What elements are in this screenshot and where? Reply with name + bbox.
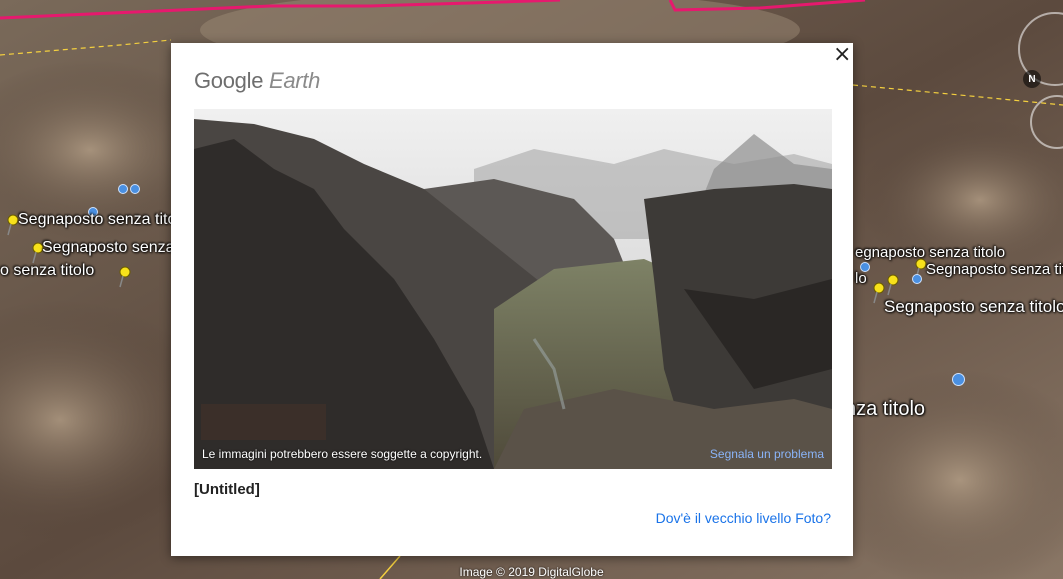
placemark-label[interactable]: nza titolo — [845, 398, 925, 421]
logo-earth-text: Earth — [268, 68, 321, 93]
google-earth-logo: Google Earth — [194, 68, 320, 94]
photo-marker-icon[interactable] — [130, 184, 140, 194]
logo-google-text: Google — [194, 68, 264, 93]
close-icon[interactable]: × — [833, 44, 851, 66]
placemark-label[interactable]: Segnaposto senza titolo — [926, 261, 1063, 278]
placemark-label[interactable]: o senza titolo — [0, 262, 94, 280]
imagery-attribution: Image © 2019 DigitalGlobe — [459, 565, 604, 579]
copyright-notice: Le immagini potrebbero essere soggette a… — [202, 447, 483, 461]
placemark-label[interactable]: Segnaposto senza titolo — [18, 211, 189, 229]
placemark-label[interactable]: Segnaposto senza titolo — [884, 297, 1063, 317]
placemark-label[interactable]: lo — [855, 270, 867, 287]
report-problem-link[interactable]: Segnala un problema — [710, 447, 824, 461]
photo-marker-icon[interactable] — [118, 184, 128, 194]
old-photo-layer-link[interactable]: Dov'è il vecchio livello Foto? — [656, 510, 831, 526]
photo-info-card: × Google Earth Le immagini potrebbero es… — [171, 43, 853, 556]
canyon-photo[interactable]: Le immagini potrebbero essere soggette a… — [194, 109, 832, 469]
placemark-pin-icon[interactable] — [886, 274, 900, 296]
photo-marker-icon[interactable] — [912, 274, 922, 284]
placemark-pin-icon[interactable] — [118, 266, 132, 288]
photo-title: [Untitled] — [194, 481, 260, 498]
photo-overlay-box — [201, 404, 326, 440]
compass-icon[interactable]: N — [1023, 70, 1041, 88]
placemark-label[interactable]: egnaposto senza titolo — [855, 244, 1005, 261]
placemark-label[interactable]: Segnaposto senza — [42, 239, 175, 257]
photo-marker-icon[interactable] — [952, 373, 965, 386]
